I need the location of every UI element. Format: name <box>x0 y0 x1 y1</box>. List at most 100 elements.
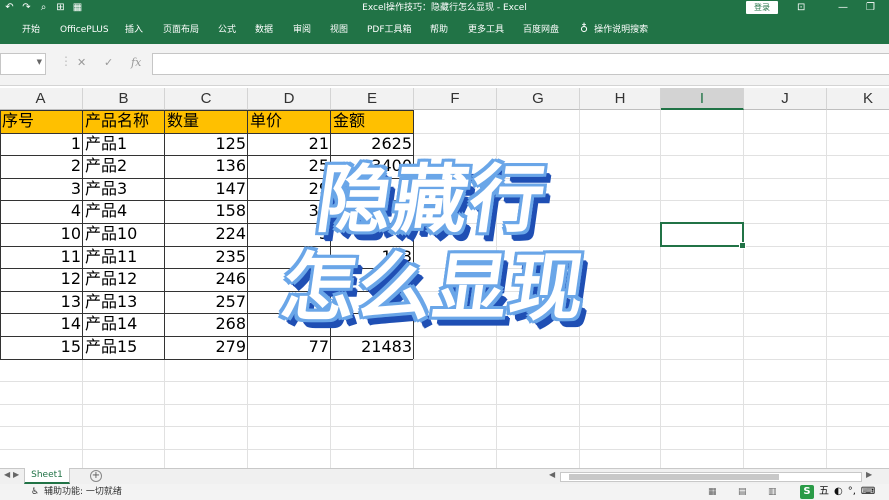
column-header-d[interactable]: D <box>248 88 331 110</box>
tab-page-layout[interactable]: 页面布局 <box>163 24 199 36</box>
column-header-c[interactable]: C <box>165 88 248 110</box>
table-cell[interactable]: 产品13 <box>83 291 165 314</box>
normal-view-icon[interactable]: ▦ <box>708 486 717 498</box>
add-sheet-icon[interactable]: + <box>90 470 102 482</box>
table-header-cell[interactable]: 金额 <box>331 110 414 133</box>
page-break-view-icon[interactable]: ▥ <box>768 486 777 498</box>
tab-data[interactable]: 数据 <box>255 24 273 36</box>
column-header-e[interactable]: E <box>331 88 414 110</box>
table-cell[interactable]: 147 <box>165 178 248 201</box>
table-cell[interactable]: 224 <box>165 223 248 246</box>
tab-insert[interactable]: 插入 <box>125 24 143 36</box>
table-cell[interactable]: 279 <box>165 336 248 359</box>
enter-icon[interactable]: ✓ <box>104 56 113 70</box>
table-cell[interactable]: 产品3 <box>83 178 165 201</box>
tab-formulas[interactable]: 公式 <box>218 24 236 36</box>
tab-help[interactable]: 帮助 <box>430 24 448 36</box>
gridline <box>0 426 889 428</box>
table-cell[interactable]: 136 <box>165 155 248 178</box>
sheet-next-icon[interactable]: ▶ <box>13 470 19 479</box>
column-header-a[interactable]: A <box>0 88 83 110</box>
scroll-right-icon[interactable]: ▶ <box>866 470 872 479</box>
accessibility-status[interactable]: 辅助功能: 一切就绪 <box>44 486 122 498</box>
table-border <box>0 110 413 111</box>
table-cell[interactable]: 235 <box>165 246 248 269</box>
tab-baidu-netdisk[interactable]: 百度网盘 <box>523 24 559 36</box>
keyboard-icon[interactable]: ⌨ <box>861 485 875 499</box>
table-cell[interactable]: 257 <box>165 291 248 314</box>
table-cell[interactable]: 21483 <box>331 336 414 359</box>
accessibility-icon[interactable]: ♿ <box>31 486 39 498</box>
tab-home[interactable]: 开始 <box>22 24 40 36</box>
ribbon-display-icon[interactable]: ⊡ <box>797 1 805 14</box>
table-cell[interactable]: 125 <box>165 133 248 156</box>
chevron-down-icon[interactable]: ▼ <box>37 58 42 66</box>
table-cell[interactable]: 25 <box>248 155 331 178</box>
name-box[interactable]: ▼ <box>0 53 46 75</box>
table-cell[interactable]: 4 <box>0 200 83 223</box>
restore-icon[interactable]: ❐ <box>866 1 875 14</box>
punctuation-icon[interactable]: °, <box>848 485 856 499</box>
column-header-j[interactable]: J <box>744 88 827 110</box>
formula-input[interactable] <box>152 53 889 75</box>
table-cell[interactable]: 14 <box>0 313 83 336</box>
table-cell[interactable]: 12 <box>0 268 83 291</box>
column-header-b[interactable]: B <box>83 88 165 110</box>
table-cell[interactable]: 10 <box>0 223 83 246</box>
table-cell[interactable]: 产品10 <box>83 223 165 246</box>
table-cell[interactable]: 产品2 <box>83 155 165 178</box>
column-header-f[interactable]: F <box>414 88 497 110</box>
ribbon-tabs: 开始 OfficePLUS 插入 页面布局 公式 数据 审阅 视图 PDF工具箱… <box>0 16 889 44</box>
table-cell[interactable]: 13 <box>0 291 83 314</box>
table-cell[interactable]: 产品4 <box>83 200 165 223</box>
scroll-left-icon[interactable]: ◀ <box>549 470 555 479</box>
table-header-cell[interactable]: 序号 <box>0 110 83 133</box>
tab-review[interactable]: 审阅 <box>293 24 311 36</box>
table-header-cell[interactable]: 产品名称 <box>83 110 165 133</box>
tell-me-search[interactable]: ♁ 操作说明搜索 <box>580 22 648 35</box>
active-cell-cursor[interactable] <box>660 222 746 249</box>
half-width-icon[interactable]: ◐ <box>834 485 843 499</box>
sheet-prev-icon[interactable]: ◀ <box>4 470 10 479</box>
table-cell[interactable]: 21 <box>248 133 331 156</box>
login-button[interactable]: 登录 <box>746 1 778 14</box>
table-header-cell[interactable]: 单价 <box>248 110 331 133</box>
column-header-h[interactable]: H <box>580 88 661 110</box>
page-layout-view-icon[interactable]: ▤ <box>738 486 747 498</box>
minimize-icon[interactable]: — <box>838 1 848 14</box>
gridline <box>826 110 827 468</box>
table-cell[interactable]: 268 <box>165 313 248 336</box>
tab-pdf-tools[interactable]: PDF工具箱 <box>367 24 412 36</box>
table-cell[interactable]: 11 <box>0 246 83 269</box>
sogou-logo[interactable]: S <box>800 485 814 499</box>
ime-mode-label[interactable]: 五 <box>819 485 829 499</box>
table-cell[interactable]: 2625 <box>331 133 414 156</box>
table-cell[interactable]: 产品15 <box>83 336 165 359</box>
table-cell[interactable]: 2 <box>0 155 83 178</box>
scrollbar-thumb[interactable] <box>569 474 779 480</box>
table-cell[interactable]: 产品12 <box>83 268 165 291</box>
column-header-i[interactable]: I <box>661 88 744 110</box>
table-cell[interactable]: 77 <box>248 336 331 359</box>
column-header-g[interactable]: G <box>497 88 580 110</box>
table-border <box>82 110 83 359</box>
table-border <box>0 132 413 134</box>
cancel-icon[interactable]: ✕ <box>77 56 86 70</box>
table-header-cell[interactable]: 数量 <box>165 110 248 133</box>
table-cell[interactable]: 产品11 <box>83 246 165 269</box>
tab-officeplus[interactable]: OfficePLUS <box>60 24 109 36</box>
tab-view[interactable]: 视图 <box>330 24 348 36</box>
table-cell[interactable]: 3 <box>0 178 83 201</box>
table-cell[interactable]: 产品1 <box>83 133 165 156</box>
table-cell[interactable]: 246 <box>165 268 248 291</box>
horizontal-scrollbar[interactable] <box>560 472 862 482</box>
column-header-k[interactable]: K <box>827 88 889 110</box>
table-cell[interactable]: 15 <box>0 336 83 359</box>
ime-toolbar[interactable]: S 五 ◐ °, ⌨ <box>800 485 875 499</box>
sheet-tab[interactable]: Sheet1 <box>24 468 70 484</box>
tab-more-tools[interactable]: 更多工具 <box>468 24 504 36</box>
table-cell[interactable]: 产品14 <box>83 313 165 336</box>
table-cell[interactable]: 1 <box>0 133 83 156</box>
insert-function-icon[interactable]: fx <box>131 56 141 70</box>
table-cell[interactable]: 158 <box>165 200 248 223</box>
